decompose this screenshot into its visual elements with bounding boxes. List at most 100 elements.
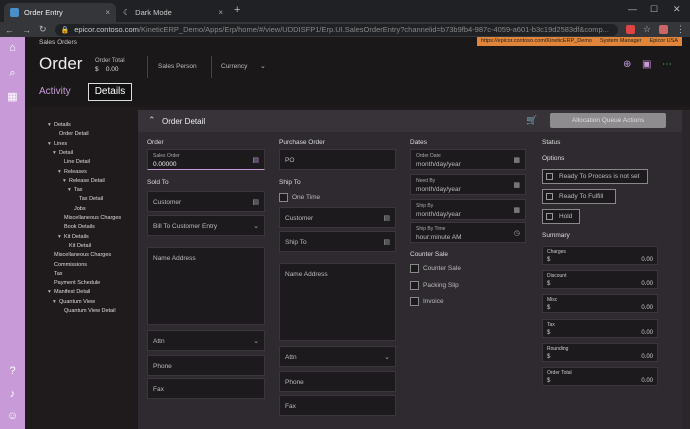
phone-field[interactable]: Phone [147,355,265,376]
tree-item[interactable]: Kit Detail [63,243,91,249]
save-icon[interactable]: ▣ [642,59,651,70]
ship-attn-dropdown[interactable]: Attn ⌄ [279,346,396,367]
tree-item[interactable]: ▾ Details [48,122,71,128]
order-date-field[interactable]: Order Date month/day/year ▦ [410,149,526,170]
bell-icon[interactable]: ♪ [6,388,19,401]
calendar-icon[interactable]: ▦ [513,181,520,189]
tree-item-label: Commissions [54,261,88,268]
back-icon[interactable]: ← [5,25,14,35]
user-icon[interactable]: ☺ [6,410,19,423]
summary-row: Charges $0.00 [542,246,658,265]
tree-item[interactable]: ▾ Tax [68,187,83,193]
tree-item[interactable]: ▾ Detail [53,150,73,156]
ship-phone-field[interactable]: Phone [279,371,396,392]
env-role: System Manager [599,38,642,44]
profile-avatar[interactable] [659,25,668,34]
fax-field[interactable]: Fax [147,378,265,399]
grid-icon[interactable]: ▦ [6,91,19,104]
ship-name-address-textarea[interactable]: Name Address [279,263,396,341]
tab-activity[interactable]: Activity [39,86,71,97]
environment-banner: https://epicor.contoso.com/KineticERP_De… [477,37,682,46]
search-record-icon[interactable]: ▤ [383,214,390,222]
tree-item[interactable]: Miscellaneous Charges [48,252,111,258]
ship-to-field[interactable]: Ship To ▤ [279,231,396,252]
name-address-textarea[interactable]: Name Address [147,247,265,325]
tree-item[interactable]: ▾ Releases [58,169,87,175]
tree-item[interactable]: Payment Schedule [48,280,100,286]
extension-icon[interactable] [625,25,635,34]
tree-item[interactable]: Tax [48,271,63,277]
add-icon[interactable]: ⊕ [623,59,631,70]
customer-field[interactable]: Customer ▤ [147,191,265,212]
help-icon[interactable]: ? [6,365,19,378]
ready-to-process-toggle[interactable]: Ready To Process is not set [542,169,648,184]
hold-toggle[interactable]: Hold [542,209,580,224]
chevron-down-icon[interactable]: ⌄ [260,62,266,70]
currency-field[interactable]: Currency [221,63,247,70]
search-record-icon[interactable]: ▤ [252,198,259,206]
tree-item[interactable]: Tax Detail [73,196,103,202]
summary-label: Rounding [547,345,569,352]
tree-item[interactable]: ▾ Lines [48,141,67,147]
browser-tab-order-entry[interactable]: Order Entry × [4,3,116,22]
close-window-icon[interactable]: ✕ [673,4,681,15]
ship-fax-field[interactable]: Fax [279,395,396,416]
divider [211,56,212,78]
tree-item[interactable]: Commissions [48,262,87,268]
summary-currency: $ [547,257,551,263]
cart-icon[interactable]: 🛒 [526,115,537,126]
tree-item[interactable]: Order Detail [53,131,89,137]
breadcrumb[interactable]: Sales Orders [39,39,77,46]
overflow-menu-icon[interactable]: ⋯ [662,59,672,70]
tree-item[interactable]: Quantum View Detail [58,308,116,314]
search-record-icon[interactable]: ▤ [252,156,259,164]
forward-icon[interactable]: → [22,25,31,35]
ship-by-time-field[interactable]: Ship By Time hour:minute AM ◷ [410,222,526,243]
attn-dropdown[interactable]: Attn ⌄ [147,330,265,351]
tree-item[interactable]: ▾ Manifest Detail [48,289,90,295]
calendar-icon[interactable]: ▦ [513,206,520,214]
reload-icon[interactable]: ↻ [39,24,47,35]
tree-item[interactable]: Book Details [58,224,95,230]
search-icon[interactable]: ⌕ [6,67,19,80]
divider [147,56,148,78]
invoice-checkbox[interactable] [410,297,419,306]
tree-item[interactable]: ▾ Kit Details [58,234,89,240]
tree-item[interactable]: ▾ Quantum View [53,299,95,305]
browser-tab-dark-mode[interactable]: ☾ Dark Mode × [117,3,229,22]
minimize-icon[interactable]: — [628,4,637,14]
one-time-checkbox[interactable] [279,193,288,202]
clock-icon[interactable]: ◷ [514,229,520,237]
tree-item[interactable]: ▾ Release Detail [63,178,105,184]
tree-item[interactable]: Miscellaneous Charges [58,215,121,221]
sales-order-field[interactable]: Sales Order 0.00000 ▤ [147,149,265,170]
po-field[interactable]: PO [279,149,396,170]
calendar-icon[interactable]: ▦ [513,156,520,164]
need-by-field[interactable]: Need By month/day/year ▦ [410,174,526,195]
address-bar[interactable]: 🔒 epicor.contoso.com/KineticERP_Demo/App… [54,23,618,36]
bill-to-dropdown[interactable]: Bill To Customer Entry ⌄ [147,215,265,236]
packing-slip-checkbox[interactable] [410,281,419,290]
chevron-up-icon[interactable]: ⌃ [148,115,156,126]
home-icon[interactable]: ⌂ [6,42,19,55]
search-record-icon[interactable]: ▤ [383,238,390,246]
ready-to-fulfill-toggle[interactable]: Ready To Fulfill [542,189,616,204]
tree-item[interactable]: Jobs [68,206,86,212]
tree-item[interactable]: Line Detail [58,159,90,165]
star-icon[interactable]: ☆ [643,24,651,35]
new-tab-button[interactable]: + [234,4,240,16]
ship-customer-field[interactable]: Customer ▤ [279,207,396,228]
purchase-order-section-title: Purchase Order [279,139,325,146]
tab-close-icon[interactable]: × [105,8,110,17]
ship-by-field[interactable]: Ship By month/day/year ▦ [410,199,526,220]
invoice-label: Invoice [423,298,444,305]
counter-sale-checkbox[interactable] [410,264,419,273]
scrollbar[interactable] [682,110,690,429]
sales-person-field[interactable]: Sales Person [158,63,197,70]
summary-currency: $ [547,378,551,384]
allocation-queue-actions-button[interactable]: Allocation Queue Actions [550,113,666,128]
tab-close-icon[interactable]: × [218,8,223,17]
browser-menu-icon[interactable]: ⋮ [676,24,685,35]
tab-details[interactable]: Details [88,83,132,101]
maximize-icon[interactable]: ☐ [650,4,658,15]
